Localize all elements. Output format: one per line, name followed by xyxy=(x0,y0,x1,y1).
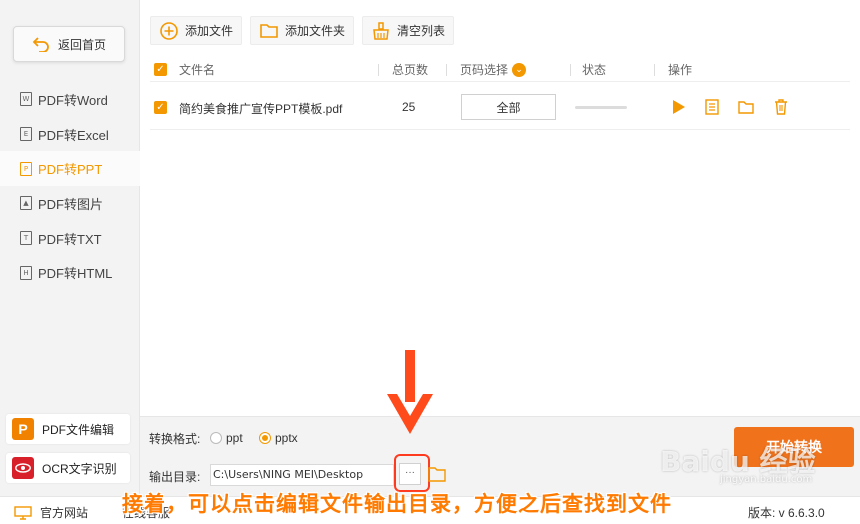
clear-list-label: 清空列表 xyxy=(397,24,446,38)
monitor-icon xyxy=(14,505,32,520)
format-radio-pptx[interactable]: pptx xyxy=(259,431,298,445)
output-dir-field[interactable]: C:\Users\NING MEI\Desktop xyxy=(210,464,394,486)
open-folder-icon[interactable] xyxy=(427,465,447,483)
table-row: ✓ 简约美食推广宣传PPT模板.pdf 25 全部 xyxy=(150,84,850,130)
format-label: 转换格式: xyxy=(149,432,201,446)
format-option-ppt: ppt xyxy=(226,431,243,445)
html-doc-icon: H xyxy=(20,265,32,280)
header-page-range-label: 页码选择 xyxy=(460,63,509,77)
header-divider xyxy=(378,64,379,76)
highlight-box xyxy=(394,454,430,492)
pdf-edit-button[interactable]: P PDF文件编辑 xyxy=(6,414,130,444)
down-arrow-icon xyxy=(387,350,433,434)
eye-icon xyxy=(12,457,34,479)
output-dir-label: 输出目录: xyxy=(149,470,201,484)
format-option-pptx: pptx xyxy=(275,431,298,445)
sidebar-item-label: PDF转PPT xyxy=(38,162,103,178)
row-checkbox[interactable]: ✓ xyxy=(154,101,167,114)
ocr-label: OCR文字识别 xyxy=(42,461,117,476)
pdf-edit-icon: P xyxy=(12,418,34,440)
sidebar-item-pdf-to-excel[interactable]: E PDF转Excel xyxy=(0,117,140,152)
folder-icon xyxy=(260,23,278,38)
pdf-edit-label: PDF文件编辑 xyxy=(42,422,115,437)
chevron-down-icon[interactable]: ⌄ xyxy=(512,62,527,77)
header-operations: 操作 xyxy=(668,63,693,77)
header-page-range: 页码选择 ⌄ xyxy=(460,61,527,78)
word-doc-icon: W xyxy=(20,92,32,107)
add-file-button[interactable]: 添加文件 xyxy=(150,16,243,45)
trash-icon[interactable] xyxy=(771,97,791,117)
sidebar: 返回首页 W PDF转Word E PDF转Excel P PDF转PPT ▲ … xyxy=(0,0,140,496)
file-pages: 25 xyxy=(402,100,416,114)
add-folder-label: 添加文件夹 xyxy=(285,24,346,38)
txt-doc-icon: T xyxy=(20,231,32,246)
sidebar-item-label: PDF转Excel xyxy=(38,127,109,143)
broom-icon xyxy=(373,21,389,40)
sidebar-item-label: PDF转Word xyxy=(38,92,108,108)
sidebar-item-pdf-to-txt[interactable]: T PDF转TXT xyxy=(0,221,140,256)
back-arrow-icon xyxy=(32,37,49,52)
excel-doc-icon: E xyxy=(20,127,32,142)
toolbar: 添加文件 添加文件夹 清空列表 xyxy=(150,16,455,45)
baidu-watermark-url: jingyan.baidu.com xyxy=(720,474,813,485)
open-folder-icon[interactable] xyxy=(736,97,756,117)
status-progress-bar xyxy=(575,106,627,109)
tutorial-caption: 接着，可以点击编辑文件输出目录，方便之后查找到文件 xyxy=(122,492,672,516)
sidebar-item-pdf-to-html[interactable]: H PDF转HTML xyxy=(0,255,140,290)
back-home-button[interactable]: 返回首页 xyxy=(13,26,125,62)
header-divider xyxy=(654,64,655,76)
header-filename: 文件名 xyxy=(179,63,216,77)
page-range-value: 全部 xyxy=(496,100,521,115)
add-file-label: 添加文件 xyxy=(185,24,234,38)
format-radio-ppt[interactable]: ppt xyxy=(210,431,243,445)
header-pages: 总页数 xyxy=(392,63,429,77)
header-divider xyxy=(570,64,571,76)
select-all-checkbox[interactable]: ✓ xyxy=(154,63,167,76)
sidebar-item-pdf-to-image[interactable]: ▲ PDF转图片 xyxy=(0,186,140,221)
add-folder-button[interactable]: 添加文件夹 xyxy=(250,16,355,45)
page-range-select[interactable]: 全部 xyxy=(461,94,556,120)
play-icon[interactable] xyxy=(668,97,688,117)
sidebar-nav: W PDF转Word E PDF转Excel P PDF转PPT ▲ PDF转图… xyxy=(0,82,140,290)
file-table-header: ✓ 文件名 总页数 页码选择 ⌄ 状态 操作 xyxy=(150,58,850,82)
plus-circle-icon xyxy=(160,21,178,40)
file-detail-icon[interactable] xyxy=(702,97,722,117)
sidebar-item-pdf-to-ppt[interactable]: P PDF转PPT xyxy=(0,151,140,187)
radio-dot xyxy=(259,432,271,444)
sidebar-item-pdf-to-word[interactable]: W PDF转Word xyxy=(0,82,140,117)
image-doc-icon: ▲ xyxy=(20,196,32,211)
official-site-label: 官方网站 xyxy=(40,506,89,520)
sidebar-item-label: PDF转TXT xyxy=(38,231,102,247)
header-divider xyxy=(446,64,447,76)
file-name: 简约美食推广宣传PPT模板.pdf xyxy=(179,102,343,116)
sidebar-item-label: PDF转图片 xyxy=(38,196,104,212)
header-status: 状态 xyxy=(582,63,607,77)
radio-dot xyxy=(210,432,222,444)
official-site-link[interactable]: 官方网站 xyxy=(14,504,88,521)
ocr-button[interactable]: OCR文字识别 xyxy=(6,453,130,483)
sidebar-item-label: PDF转HTML xyxy=(38,266,113,282)
back-home-label: 返回首页 xyxy=(57,37,106,52)
clear-list-button[interactable]: 清空列表 xyxy=(362,16,455,45)
ppt-doc-icon: P xyxy=(20,161,32,176)
version-label: 版本: v 6.6.3.0 xyxy=(748,506,825,520)
